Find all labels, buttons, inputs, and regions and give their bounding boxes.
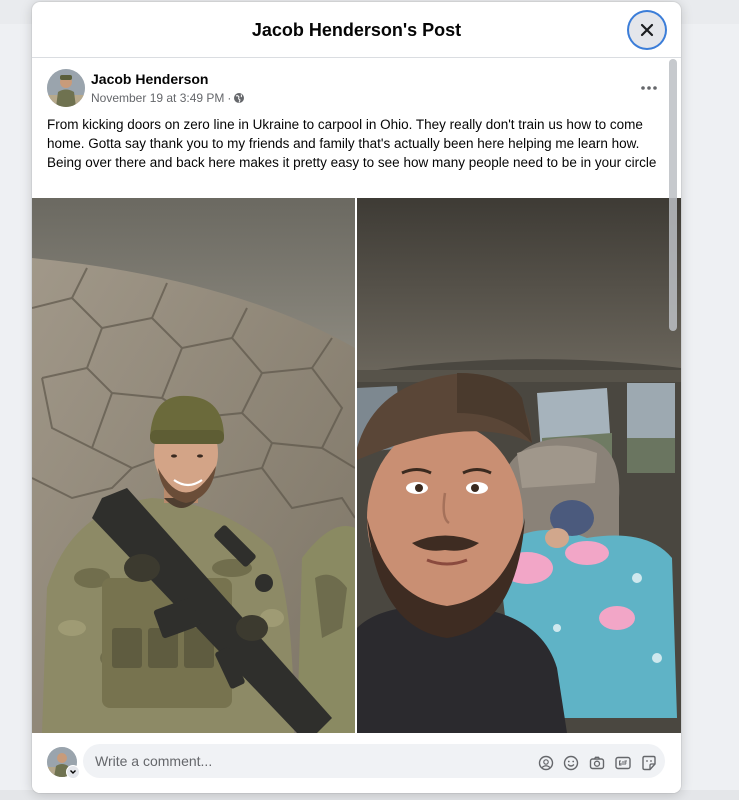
author-avatar[interactable]: [47, 69, 85, 107]
account-switcher-button[interactable]: [66, 765, 80, 779]
selfie-in-car-photo[interactable]: [357, 198, 681, 733]
sticker-icon[interactable]: [641, 755, 657, 771]
close-icon: [640, 23, 654, 37]
soldier-in-gear-photo[interactable]: [32, 198, 355, 733]
post-modal: Jacob Henderson's Post Jacob Henderson N…: [32, 2, 681, 793]
globe-icon[interactable]: [233, 92, 245, 104]
author-name[interactable]: Jacob Henderson: [91, 71, 208, 87]
emoji-icon[interactable]: [563, 755, 579, 771]
post-meta: November 19 at 3:49 PM ·: [91, 91, 245, 105]
comment-bar: [32, 735, 681, 793]
gif-icon[interactable]: [615, 755, 631, 771]
camera-icon[interactable]: [589, 755, 605, 771]
photo-grid: [32, 198, 681, 733]
modal-title: Jacob Henderson's Post: [251, 20, 462, 40]
chevron-down-icon: [70, 770, 76, 774]
more-options-button[interactable]: [633, 74, 665, 102]
modal-header: Jacob Henderson's Post: [32, 2, 681, 58]
post-timestamp[interactable]: November 19 at 3:49 PM: [91, 91, 224, 105]
modal-scrollbar[interactable]: [669, 59, 677, 331]
post-body-text: From kicking doors on zero line in Ukrai…: [47, 117, 657, 170]
avatar-sticker-icon[interactable]: [538, 755, 554, 771]
post-author-row: Jacob Henderson November 19 at 3:49 PM ·: [32, 68, 681, 112]
meta-separator: ·: [227, 91, 232, 105]
more-options-icon: [641, 86, 657, 90]
close-button[interactable]: [629, 12, 665, 48]
